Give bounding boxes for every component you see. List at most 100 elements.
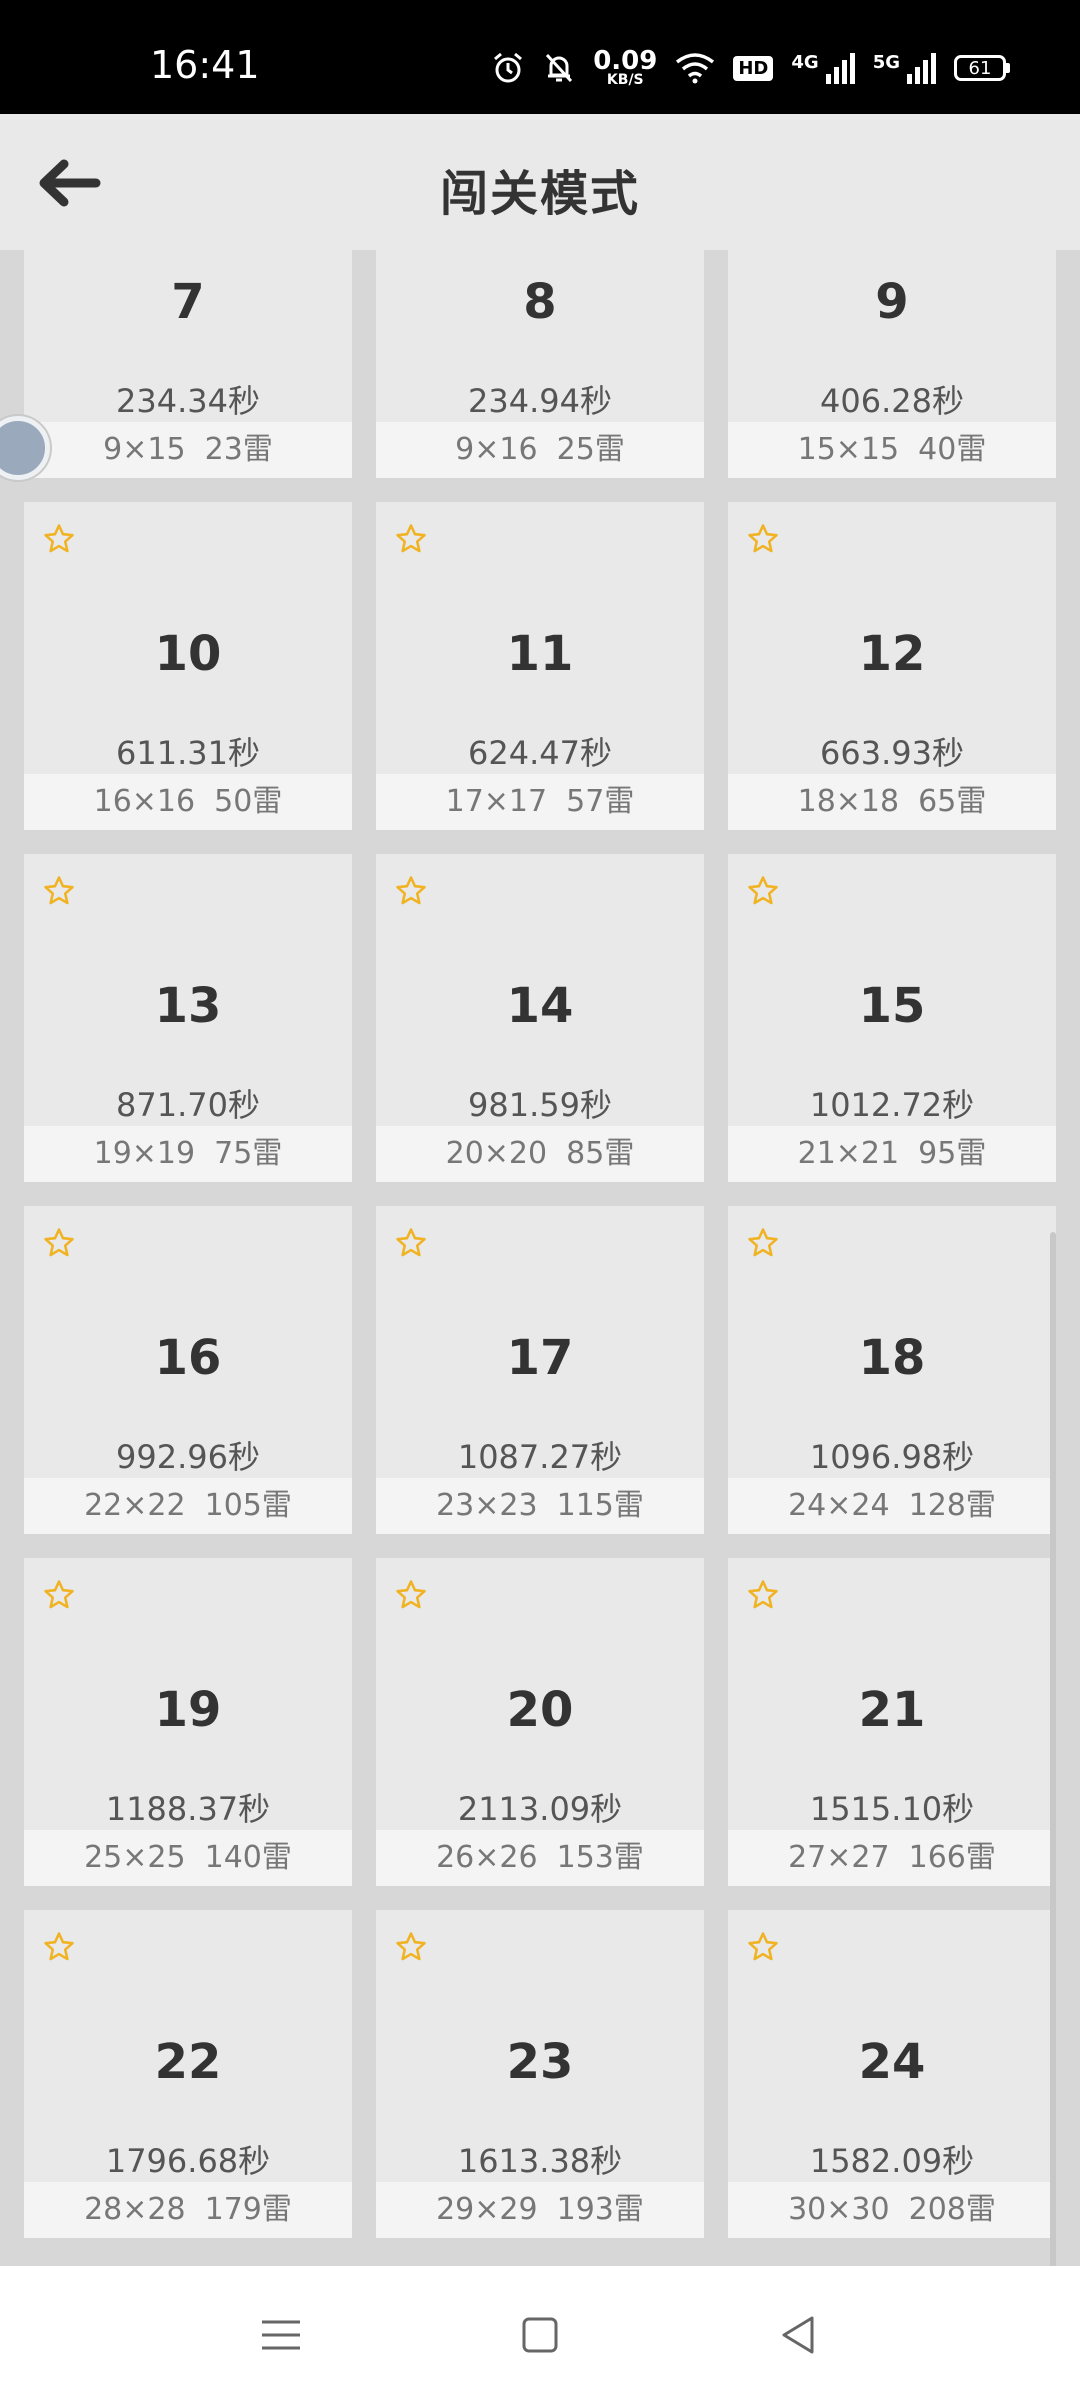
level-number: 22 [154, 2034, 222, 2090]
star-outline-icon [748, 876, 778, 905]
level-card[interactable]: 20 2113.09秒 26×26 153雷 [376, 1558, 704, 1886]
network-type-4g: 4G [791, 51, 819, 73]
level-number: 12 [858, 626, 926, 682]
level-card[interactable]: 9 406.28秒 15×15 40雷 [728, 250, 1056, 478]
home-button[interactable] [513, 2308, 567, 2362]
status-icons: 0.09 KB/S HD 4G 5G 61 [491, 48, 1010, 88]
level-card[interactable]: 15 1012.72秒 21×21 95雷 [728, 854, 1056, 1182]
level-best-time: 1188.37秒 [105, 1790, 271, 1828]
star-outline-icon [748, 1580, 778, 1609]
status-bar: 16:41 0.09 KB/S HD 4G 5G 61 [0, 0, 1080, 114]
level-best-time: 1096.98秒 [809, 1438, 975, 1476]
page-title: 闯关模式 [439, 166, 640, 222]
level-number: 19 [154, 1682, 222, 1738]
star-outline-icon [748, 524, 778, 553]
level-board-spec: 30×30 208雷 [728, 2182, 1056, 2238]
star-outline-icon [748, 1932, 778, 1961]
level-card[interactable]: 8 234.94秒 9×16 25雷 [376, 250, 704, 478]
level-board-spec: 25×25 140雷 [24, 1830, 352, 1886]
level-number: 18 [858, 1330, 926, 1386]
wifi-icon [676, 53, 715, 84]
level-number: 14 [506, 978, 574, 1034]
star-outline-icon [44, 524, 74, 553]
level-card[interactable]: 7 234.34秒 9×15 23雷 [24, 250, 352, 478]
level-number: 23 [506, 2034, 574, 2090]
star-outline-icon [44, 1580, 74, 1609]
mute-bell-icon [546, 53, 573, 83]
level-best-time: 1796.68秒 [105, 2142, 271, 2180]
level-number: 17 [506, 1330, 574, 1386]
level-card[interactable]: 16 992.96秒 22×22 105雷 [24, 1206, 352, 1534]
star-outline-icon [396, 1580, 426, 1609]
network-speed-value: 0.09 [593, 46, 658, 76]
level-number: 16 [154, 1330, 222, 1386]
star-outline-icon [44, 1932, 74, 1961]
alarm-icon [494, 52, 523, 83]
level-card[interactable]: 17 1087.27秒 23×23 115雷 [376, 1206, 704, 1534]
menu-icon [262, 2320, 300, 2350]
level-board-spec: 29×29 193雷 [376, 2182, 704, 2238]
square-home-icon [522, 2317, 558, 2353]
battery-icon: 61 [954, 55, 1010, 81]
level-best-time: 2113.09秒 [457, 1790, 623, 1828]
level-card[interactable]: 24 1582.09秒 30×30 208雷 [728, 1910, 1056, 2238]
level-card[interactable]: 21 1515.10秒 27×27 166雷 [728, 1558, 1056, 1886]
star-outline-icon [396, 876, 426, 905]
battery-level: 61 [954, 55, 1006, 81]
level-card[interactable]: 19 1188.37秒 25×25 140雷 [24, 1558, 352, 1886]
star-outline-icon [396, 1932, 426, 1961]
level-best-time: 624.47秒 [468, 734, 612, 772]
level-best-time: 663.93秒 [820, 734, 964, 772]
level-board-spec: 27×27 166雷 [728, 1830, 1056, 1886]
star-outline-icon [44, 1228, 74, 1257]
star-outline-icon [44, 876, 74, 905]
level-card[interactable]: 23 1613.38秒 29×29 193雷 [376, 1910, 704, 2238]
level-board-spec: 17×17 57雷 [376, 774, 704, 830]
network-speed: 0.09 KB/S [593, 46, 658, 88]
level-number: 21 [858, 1682, 926, 1738]
level-board-spec: 26×26 153雷 [376, 1830, 704, 1886]
level-number: 9 [875, 274, 909, 330]
level-number: 20 [506, 1682, 574, 1738]
level-best-time: 1515.10秒 [809, 1790, 975, 1828]
level-board-spec: 24×24 128雷 [728, 1478, 1056, 1534]
level-board-spec: 9×16 25雷 [376, 422, 704, 478]
triangle-back-icon [782, 2316, 814, 2354]
level-best-time: 981.59秒 [468, 1086, 612, 1124]
scrollbar[interactable] [1050, 1232, 1056, 2266]
star-outline-icon [748, 1228, 778, 1257]
level-card[interactable]: 11 624.47秒 17×17 57雷 [376, 502, 704, 830]
level-board-spec: 28×28 179雷 [24, 2182, 352, 2238]
recent-apps-button[interactable] [254, 2308, 308, 2362]
level-best-time: 1087.27秒 [457, 1438, 623, 1476]
level-card[interactable]: 13 871.70秒 19×19 75雷 [24, 854, 352, 1182]
status-time: 16:41 [150, 43, 260, 87]
level-best-time: 871.70秒 [116, 1086, 260, 1124]
level-best-time: 234.94秒 [468, 382, 612, 420]
level-card[interactable]: 22 1796.68秒 28×28 179雷 [24, 1910, 352, 2238]
level-card[interactable]: 12 663.93秒 18×18 65雷 [728, 502, 1056, 830]
level-best-time: 1582.09秒 [809, 2142, 975, 2180]
signal-icon-2 [907, 53, 936, 84]
level-best-time: 611.31秒 [116, 734, 260, 772]
level-best-time: 234.34秒 [116, 382, 260, 420]
level-card[interactable]: 18 1096.98秒 24×24 128雷 [728, 1206, 1056, 1534]
back-nav-button[interactable] [772, 2308, 826, 2362]
level-number: 8 [523, 274, 557, 330]
app-header: 闯关模式 [0, 114, 1080, 250]
signal-icon-1 [825, 53, 855, 84]
level-number: 7 [171, 274, 205, 330]
level-board-spec: 22×22 105雷 [24, 1478, 352, 1534]
level-best-time: 1613.38秒 [457, 2142, 623, 2180]
star-outline-icon [396, 1228, 426, 1257]
network-type-5g: 5G [872, 51, 900, 73]
star-outline-icon [396, 524, 426, 553]
level-board-spec: 9×15 23雷 [24, 422, 352, 478]
level-card[interactable]: 10 611.31秒 16×16 50雷 [24, 502, 352, 830]
level-card[interactable]: 14 981.59秒 20×20 85雷 [376, 854, 704, 1182]
network-speed-unit: KB/S [606, 71, 644, 88]
level-best-time: 992.96秒 [116, 1438, 260, 1476]
hd-voice-badge: HD [733, 55, 774, 81]
level-best-time: 1012.72秒 [809, 1086, 975, 1124]
level-board-spec: 18×18 65雷 [728, 774, 1056, 830]
